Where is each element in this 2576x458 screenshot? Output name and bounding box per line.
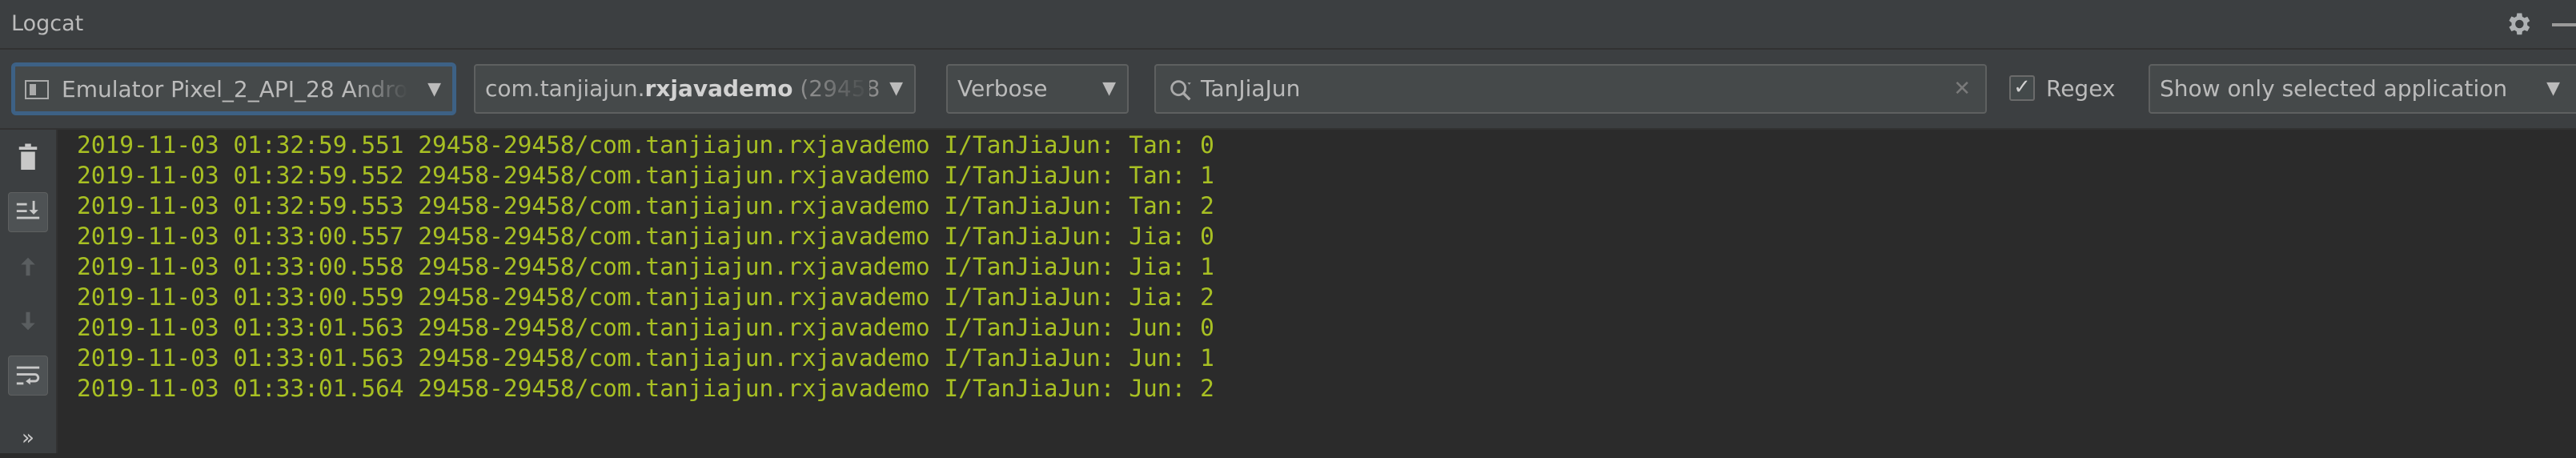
search-icon bbox=[1170, 80, 1191, 101]
chevron-down-icon: ▼ bbox=[1102, 78, 1116, 98]
more-icon[interactable]: » bbox=[8, 418, 48, 458]
chevron-down-icon: ▼ bbox=[2546, 78, 2560, 98]
device-icon bbox=[25, 80, 49, 99]
soft-wrap-icon bbox=[16, 366, 40, 385]
log-line: 2019-11-03 01:33:01.563 29458-29458/com.… bbox=[77, 344, 1214, 372]
process-selector[interactable]: com.tanjiajun.rxjavademo (29458 ▼ bbox=[474, 64, 916, 114]
log-line: 2019-11-03 01:33:00.558 29458-29458/com.… bbox=[77, 253, 1214, 280]
process-app: rxjavademo bbox=[644, 75, 793, 102]
log-line: 2019-11-03 01:33:01.564 29458-29458/com.… bbox=[77, 375, 1214, 402]
logcat-title-bar: Logcat bbox=[0, 0, 2576, 50]
log-level-label: Verbose bbox=[957, 75, 1048, 102]
scroll-to-end-icon bbox=[16, 200, 40, 219]
log-line: 2019-11-03 01:33:00.557 29458-29458/com.… bbox=[77, 223, 1214, 250]
logcat-side-toolbar: » bbox=[0, 130, 58, 453]
chevron-down-icon: ▼ bbox=[427, 79, 441, 99]
log-level-selector[interactable]: Verbose ▼ bbox=[946, 64, 1129, 114]
search-query: TanJiaJun bbox=[1201, 75, 1301, 102]
log-line: 2019-11-03 01:33:01.563 29458-29458/com.… bbox=[77, 314, 1214, 341]
window-title: Logcat bbox=[11, 11, 84, 36]
log-line: 2019-11-03 01:32:59.553 29458-29458/com.… bbox=[77, 192, 1214, 219]
gear-icon[interactable] bbox=[2504, 10, 2533, 38]
device-selector[interactable]: Emulator Pixel_2_API_28 Andro ▼ bbox=[13, 64, 455, 114]
regex-checkbox[interactable]: ✓ bbox=[2009, 75, 2035, 101]
log-line: 2019-11-03 01:32:59.552 29458-29458/com.… bbox=[77, 162, 1214, 189]
logcat-toolbar: Emulator Pixel_2_API_28 Andro ▼ com.tanj… bbox=[0, 50, 2576, 130]
filter-label: Show only selected application bbox=[2160, 75, 2508, 102]
search-input[interactable]: TanJiaJun ✕ bbox=[1154, 64, 1987, 114]
process-package: com.tanjiajun. bbox=[485, 75, 645, 102]
scroll-to-end-button[interactable] bbox=[8, 192, 48, 232]
chevron-down-icon: ▼ bbox=[889, 78, 903, 98]
log-line: 2019-11-03 01:32:59.551 29458-29458/com.… bbox=[77, 131, 1214, 159]
logcat-output[interactable]: 2019-11-03 01:32:59.551 29458-29458/com.… bbox=[58, 130, 2576, 453]
trash-icon bbox=[18, 143, 38, 170]
arrow-down-icon[interactable] bbox=[8, 301, 48, 341]
clear-icon[interactable]: ✕ bbox=[1953, 66, 1971, 112]
regex-label: Regex bbox=[2046, 75, 2116, 102]
arrow-up-icon[interactable] bbox=[8, 247, 48, 287]
minimize-icon[interactable] bbox=[2552, 23, 2576, 26]
soft-wrap-button[interactable] bbox=[8, 356, 48, 396]
clear-logcat-button[interactable] bbox=[8, 138, 48, 178]
log-line: 2019-11-03 01:33:00.559 29458-29458/com.… bbox=[77, 283, 1214, 311]
filter-selector[interactable]: Show only selected application ▼ bbox=[2149, 64, 2576, 114]
